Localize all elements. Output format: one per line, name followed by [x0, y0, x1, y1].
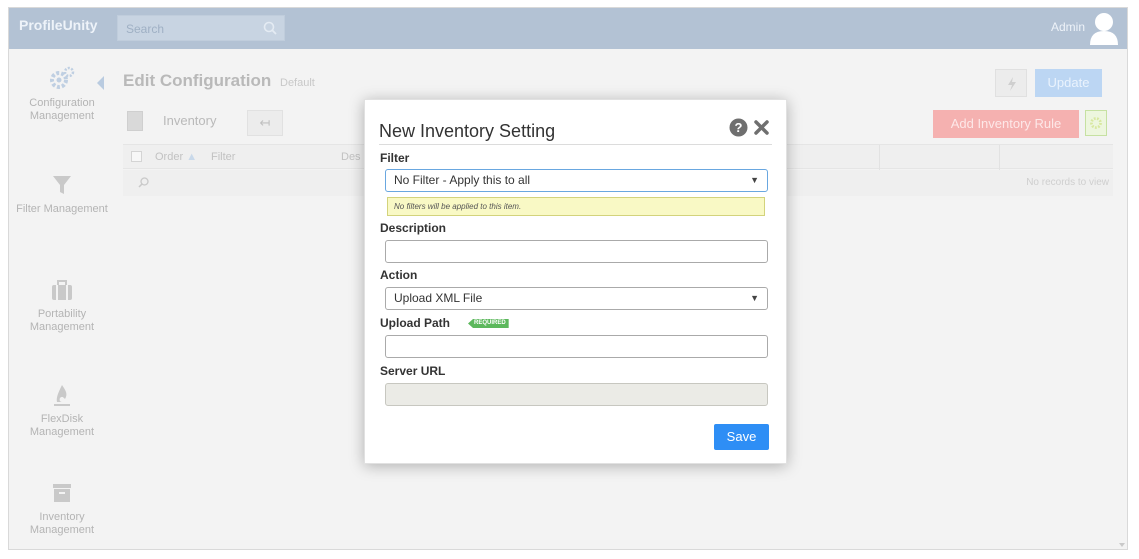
sidebar-item-label: Portability Management: [29, 308, 95, 333]
new-inventory-setting-dialog: New Inventory Setting ? Filter No Filter…: [364, 99, 787, 464]
empty-grid-message: No records to view: [1026, 177, 1109, 188]
section-title: Inventory: [163, 113, 217, 128]
back-button[interactable]: ↤: [247, 110, 283, 136]
configuration-name: Default: [280, 77, 315, 89]
column-header-filter[interactable]: Filter: [211, 151, 235, 163]
gears-icon: [50, 66, 75, 89]
sidebar-item-label: FlexDisk Management: [29, 413, 95, 438]
svg-text:?: ?: [735, 120, 743, 135]
search-placeholder: Search: [126, 22, 165, 36]
save-button[interactable]: Save: [714, 424, 769, 450]
sidebar-item-label: Inventory Management: [29, 511, 95, 536]
select-all-checkbox[interactable]: [131, 151, 142, 162]
column-header-order[interactable]: Order ▲: [155, 151, 197, 163]
filter-selected-value: No Filter - Apply this to all: [394, 173, 531, 187]
upload-path-label: Upload Path: [380, 316, 451, 330]
close-icon[interactable]: [753, 119, 770, 136]
gear-icon: [1090, 117, 1102, 129]
help-icon[interactable]: ?: [729, 118, 748, 137]
chevron-down-icon: ▼: [750, 175, 759, 185]
add-inventory-rule-button[interactable]: Add Inventory Rule: [933, 110, 1079, 138]
avatar-icon[interactable]: [1089, 11, 1119, 45]
search-input[interactable]: Search: [117, 15, 285, 41]
sidebar-item-inventory[interactable]: Inventory Management: [9, 479, 115, 537]
server-url-field: [385, 383, 768, 406]
column-header-description[interactable]: Des: [341, 151, 361, 163]
sidebar-item-filter[interactable]: Filter Management: [9, 171, 115, 216]
chevron-down-icon: ▼: [750, 293, 759, 303]
search-icon[interactable]: [262, 20, 278, 36]
filter-label: Filter: [380, 151, 410, 165]
title-divider: [379, 144, 772, 145]
user-name[interactable]: Admin: [1051, 20, 1085, 34]
archive-icon: [53, 484, 71, 502]
page-title: Edit Configuration: [123, 71, 272, 90]
dialog-title: New Inventory Setting: [379, 121, 556, 141]
search-icon[interactable]: [137, 176, 150, 189]
filter-select[interactable]: No Filter - Apply this to all ▼: [385, 169, 768, 192]
column-divider: [879, 145, 880, 170]
action-selected-value: Upload XML File: [394, 291, 483, 305]
sidebar-item-portability[interactable]: Portability Management: [9, 276, 115, 334]
sidebar-item-configuration[interactable]: Configuration Management: [9, 65, 115, 123]
server-url-label: Server URL: [380, 364, 446, 378]
app-logo[interactable]: ProfileUnity: [19, 17, 98, 33]
update-button[interactable]: Update: [1035, 69, 1102, 97]
description-label: Description: [380, 221, 447, 235]
flame-icon: [54, 385, 70, 406]
sidebar-item-label: Filter Management: [16, 203, 108, 215]
sidebar: Configuration Management Filter Manageme…: [9, 49, 115, 549]
sort-icon: ▲: [186, 151, 198, 163]
deploy-button[interactable]: [995, 69, 1027, 97]
sidebar-item-label: Configuration Management: [29, 97, 95, 122]
briefcase-icon: [52, 280, 72, 300]
scroll-down-icon[interactable]: [1119, 543, 1125, 547]
column-divider: [999, 145, 1000, 170]
sidebar-item-flexdisk[interactable]: FlexDisk Management: [9, 381, 115, 439]
action-select[interactable]: Upload XML File ▼: [385, 287, 768, 310]
action-label: Action: [380, 268, 418, 282]
required-badge: REQUIRED: [468, 319, 509, 328]
grid-settings-button[interactable]: [1085, 110, 1107, 136]
lightning-icon: [1008, 77, 1016, 91]
inventory-icon: [127, 111, 143, 131]
filter-hint-tooltip: No filters will be applied to this item.: [387, 197, 765, 216]
top-bar: ProfileUnity Search Admin: [9, 8, 1127, 49]
description-field[interactable]: [385, 240, 768, 263]
upload-path-label-row: Upload Path REQUIRED: [380, 316, 580, 330]
filter-icon: [53, 176, 71, 194]
upload-path-field[interactable]: [385, 335, 768, 358]
back-arrow-icon: ↤: [259, 115, 271, 130]
